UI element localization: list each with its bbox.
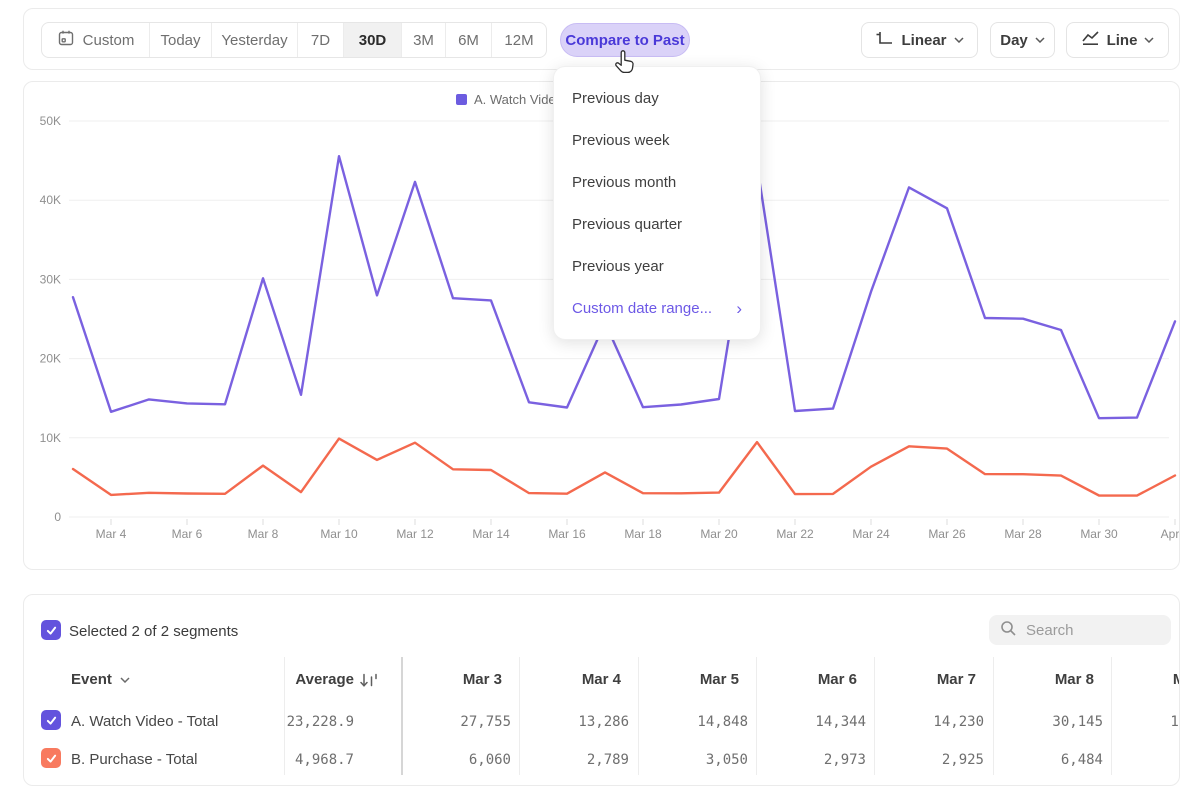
date-column-header: Mar 4 (511, 671, 621, 688)
row-value: 30,145 (993, 714, 1103, 730)
x-axis-label: Mar 18 (624, 527, 662, 541)
row-value: 14,344 (756, 714, 866, 730)
x-axis-label: Mar 28 (1004, 527, 1042, 541)
granularity-dropdown-button[interactable]: Day (990, 22, 1055, 58)
row-value: 27,755 (401, 714, 511, 730)
date-range-segmented-control: Custom Today Yesterday 7D 30D 3M 6M 12M (41, 22, 547, 58)
search-input[interactable] (1026, 622, 1156, 639)
menu-item-previous-quarter[interactable]: Previous quarter (554, 203, 760, 245)
row-value: 6,484 (993, 752, 1103, 768)
date-column-header: Mar 5 (629, 671, 739, 688)
date-column-header: Mar 6 (747, 671, 857, 688)
row-value: 13,286 (519, 714, 629, 730)
compare-to-past-button[interactable]: Compare to Past (560, 23, 690, 57)
series-line-b[interactable] (73, 439, 1175, 496)
row-value: 2,789 (519, 752, 629, 768)
preset-today[interactable]: Today (150, 23, 212, 57)
row-checkbox-purchase[interactable] (41, 748, 61, 768)
x-axis-label: Mar 22 (776, 527, 814, 541)
chevron-down-icon (120, 677, 130, 683)
compare-to-past-menu: Previous day Previous week Previous mont… (553, 66, 761, 340)
preset-12m[interactable]: 12M (492, 23, 546, 57)
chart-type-dropdown-button[interactable]: Line (1066, 22, 1169, 58)
row-label: B. Purchase - Total (71, 751, 197, 768)
date-column-header: Mar 3 (392, 671, 502, 688)
toolbar: Custom Today Yesterday 7D 30D 3M 6M 12M … (23, 8, 1180, 70)
chevron-down-icon (1144, 37, 1154, 43)
menu-item-previous-month[interactable]: Previous month (554, 161, 760, 203)
y-axis-label: 40K (40, 193, 61, 207)
x-axis-label: Mar 8 (248, 527, 279, 541)
row-checkbox-watch-video[interactable] (41, 710, 61, 730)
select-all-checkbox[interactable] (41, 620, 61, 640)
y-axis-label: 0 (54, 510, 61, 524)
chevron-down-icon (1035, 37, 1045, 43)
analytics-page: Custom Today Yesterday 7D 30D 3M 6M 12M … (0, 0, 1200, 802)
row-value: 3,050 (638, 752, 748, 768)
menu-item-previous-day[interactable]: Previous day (554, 77, 760, 119)
x-axis-label: Mar 30 (1080, 527, 1118, 541)
event-column-header[interactable]: Event (71, 671, 130, 688)
scale-dropdown-button[interactable]: Linear (861, 22, 978, 58)
sort-descending-icon[interactable] (360, 673, 380, 693)
selected-segments-label: Selected 2 of 2 segments (69, 623, 238, 640)
menu-item-previous-year[interactable]: Previous year (554, 245, 760, 287)
y-axis-label: 10K (40, 431, 61, 445)
row-label: A. Watch Video - Total (71, 713, 218, 730)
x-axis-label: Mar 20 (700, 527, 738, 541)
preset-30d[interactable]: 30D (344, 23, 402, 57)
preset-6m[interactable]: 6M (446, 23, 492, 57)
average-column-header[interactable]: Average (244, 671, 354, 688)
x-axis-label: Mar 24 (852, 527, 890, 541)
line-chart-icon (1081, 30, 1100, 50)
chevron-down-icon (954, 37, 964, 43)
x-axis-label: Apr 1 (1161, 527, 1179, 541)
x-axis-label: Mar 16 (548, 527, 586, 541)
preset-yesterday[interactable]: Yesterday (212, 23, 298, 57)
row-value: 6,060 (401, 752, 511, 768)
segments-table-panel: Selected 2 of 2 segments Event Average (23, 594, 1180, 786)
date-column-header: Mar 9 (1102, 671, 1180, 688)
row-value: 2,925 (874, 752, 984, 768)
y-axis-label: 20K (40, 352, 61, 366)
x-axis-label: Mar 26 (928, 527, 966, 541)
row-value: 14,230 (874, 714, 984, 730)
row-average: 4,968.7 (244, 752, 354, 768)
row-value: 15,433 (1111, 714, 1180, 730)
legend-item-watch-video[interactable]: A. Watch Video (456, 92, 563, 107)
preset-label: Custom (83, 32, 135, 49)
x-axis-label: Mar 4 (96, 527, 127, 541)
calendar-icon (57, 29, 75, 51)
x-axis-label: Mar 12 (396, 527, 434, 541)
x-axis-label: Mar 6 (172, 527, 203, 541)
row-value: 2,973 (756, 752, 866, 768)
row-value: 3,142 (1111, 752, 1180, 768)
chevron-right-icon: › (736, 300, 742, 317)
preset-7d[interactable]: 7D (298, 23, 344, 57)
search-icon (999, 619, 1017, 642)
menu-item-custom-date-range[interactable]: Custom date range... › (554, 287, 760, 329)
search-box[interactable] (989, 615, 1171, 645)
series-a-swatch (456, 94, 467, 105)
row-average: 23,228.9 (244, 714, 354, 730)
preset-3m[interactable]: 3M (402, 23, 446, 57)
axis-scale-icon (875, 30, 894, 50)
x-axis-label: Mar 10 (320, 527, 358, 541)
date-column-header: Mar 8 (984, 671, 1094, 688)
x-axis-label: Mar 14 (472, 527, 510, 541)
row-value: 14,848 (638, 714, 748, 730)
date-column-header: Mar 7 (866, 671, 976, 688)
preset-custom[interactable]: Custom (42, 23, 150, 57)
y-axis-label: 50K (40, 114, 61, 128)
y-axis-label: 30K (40, 272, 61, 286)
menu-item-previous-week[interactable]: Previous week (554, 119, 760, 161)
